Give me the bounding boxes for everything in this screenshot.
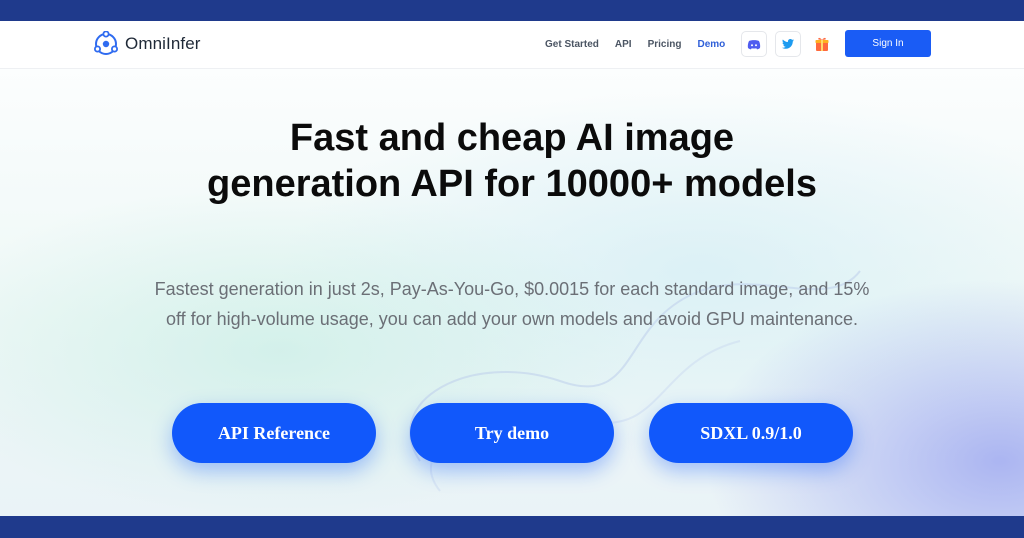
bottom-frame-band <box>0 516 1024 538</box>
hero-subtitle-line-2: off for high-volume usage, you can add y… <box>165 309 859 329</box>
nav-link-get-started[interactable]: Get Started <box>545 39 599 50</box>
nav-link-pricing[interactable]: Pricing <box>648 39 682 50</box>
discord-button[interactable] <box>741 31 768 57</box>
hero-title-line-2: generation API for 10000+ models <box>207 163 817 205</box>
hero-subtitle-line-1: Fastest generation in just 2s, Pay-As-Yo… <box>154 279 870 299</box>
landing-page: OmniInfer Get Started API Pricing Demo S… <box>0 21 1024 516</box>
hero-title-line-1: Fast and cheap AI image <box>289 117 735 159</box>
twitter-button[interactable] <box>775 31 802 57</box>
sign-in-button[interactable]: Sign In <box>845 30 931 57</box>
hero-title: Fast and cheap AI image generation API f… <box>0 115 1024 207</box>
hero-subtitle: Fastest generation in just 2s, Pay-As-Yo… <box>100 274 924 334</box>
twitter-icon <box>782 39 795 49</box>
nav-link-demo[interactable]: Demo <box>697 39 725 50</box>
top-navbar: OmniInfer Get Started API Pricing Demo S… <box>0 21 1024 69</box>
omniinfer-logo-icon <box>94 31 118 55</box>
nav-link-api[interactable]: API <box>615 39 632 50</box>
sdxl-button[interactable]: SDXL 0.9/1.0 <box>649 403 853 463</box>
cta-button-row: API Reference Try demo SDXL 0.9/1.0 <box>0 403 1024 465</box>
brand-logo[interactable]: OmniInfer <box>93 31 201 57</box>
gift-icon <box>815 37 829 51</box>
main-nav: Get Started API Pricing Demo <box>545 29 843 59</box>
try-demo-button[interactable]: Try demo <box>410 403 614 463</box>
discord-icon <box>748 39 761 49</box>
gift-button[interactable] <box>809 31 835 57</box>
brand-name: OmniInfer <box>125 34 201 53</box>
top-frame-band <box>0 0 1024 21</box>
api-reference-button[interactable]: API Reference <box>172 403 376 463</box>
